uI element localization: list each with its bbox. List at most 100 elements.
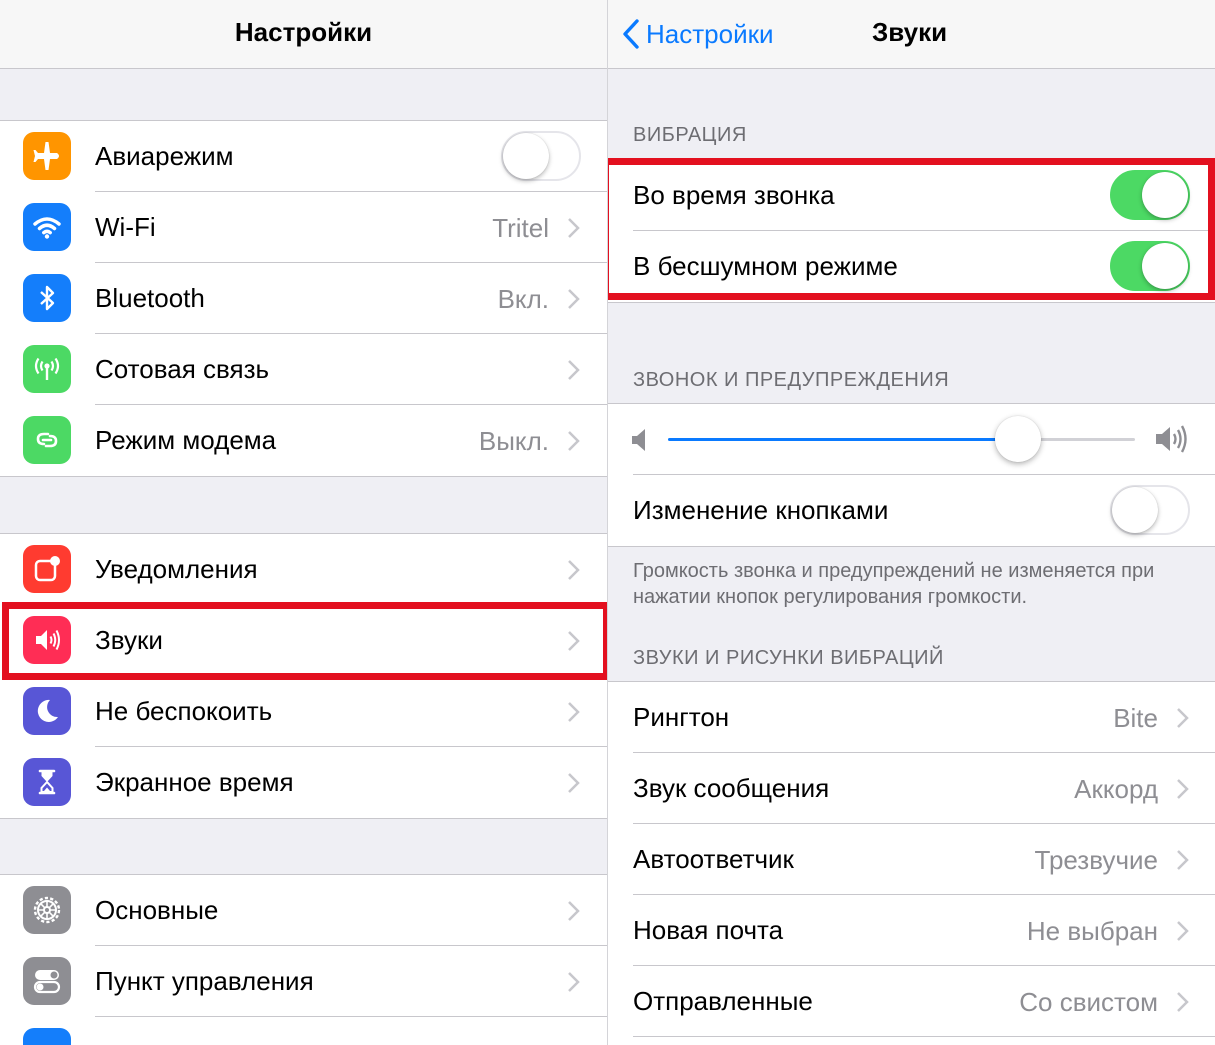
row-label: Рингтон <box>633 702 730 732</box>
control-center-icon <box>23 957 71 1005</box>
row-label: Отправленные <box>633 986 813 1016</box>
settings-panel: Настройки Авиарежим Wi-Fi Tritel Bluetoo… <box>0 0 607 1045</box>
row-label: Экранное время <box>95 767 294 797</box>
ringtone-value: Bite <box>1113 703 1158 733</box>
chevron-right-icon <box>1177 779 1189 799</box>
bluetooth-icon <box>23 274 71 322</box>
chevron-right-icon <box>568 972 580 992</box>
settings-row-notifications[interactable]: Уведомления <box>0 534 607 605</box>
speaker-icon <box>23 616 71 664</box>
chevron-left-icon <box>623 19 639 49</box>
settings-row-wifi[interactable]: Wi-Fi Tritel <box>0 192 607 263</box>
chevron-right-icon <box>1177 850 1189 870</box>
row-label: Авиарежим <box>95 141 234 171</box>
row-label: Bluetooth <box>95 283 205 313</box>
hotspot-icon <box>23 416 71 464</box>
chevron-right-icon <box>568 289 580 309</box>
settings-row-general[interactable]: Основные <box>0 875 607 946</box>
voicemail-value: Трезвучие <box>1034 845 1158 875</box>
new-mail-row[interactable]: Новая почта Не выбран <box>608 895 1215 966</box>
volume-high-icon <box>1156 425 1187 453</box>
row-label: Пункт управления <box>95 966 314 996</box>
settings-row-sounds[interactable]: Звуки <box>0 605 607 676</box>
voicemail-row[interactable]: Автоответчик Трезвучие <box>608 824 1215 895</box>
settings-group-connectivity: Авиарежим Wi-Fi Tritel Bluetooth Вкл. Со… <box>0 120 607 477</box>
section-header-vibration: ВИБРАЦИЯ <box>633 124 747 146</box>
chevron-right-icon <box>1177 992 1189 1012</box>
row-label: Сотовая связь <box>95 354 270 384</box>
chevron-right-icon <box>568 431 580 451</box>
text-tone-value: Аккорд <box>1074 774 1158 804</box>
row-label: В бесшумном режиме <box>633 251 898 281</box>
row-label: Автоответчик <box>633 844 794 874</box>
chevron-right-icon <box>568 360 580 380</box>
settings-row-screen-time[interactable]: Экранное время <box>0 747 607 818</box>
vibrate-on-silent-toggle[interactable] <box>1110 241 1190 291</box>
settings-row-hotspot[interactable]: Режим модема Выкл. <box>0 405 607 476</box>
chevron-right-icon <box>568 901 580 921</box>
volume-slider-row <box>608 404 1215 475</box>
change-with-buttons-toggle[interactable] <box>1110 485 1190 535</box>
bluetooth-status-value: Вкл. <box>497 284 549 314</box>
cellular-icon <box>23 345 71 393</box>
chevron-right-icon <box>568 773 580 793</box>
page-title: Настройки <box>234 17 373 47</box>
row-label: Основные <box>95 895 219 925</box>
settings-row-bluetooth[interactable]: Bluetooth Вкл. <box>0 263 607 334</box>
wifi-network-value: Tritel <box>492 213 549 243</box>
row-label: Wi-Fi <box>95 212 156 242</box>
chevron-right-icon <box>568 560 580 580</box>
row-label: Режим модема <box>95 425 277 455</box>
back-button[interactable]: Настройки <box>622 12 774 56</box>
section-header-patterns: ЗВУКИ И РИСУНКИ ВИБРАЦИЙ <box>633 647 944 669</box>
row-label: Во время звонка <box>633 180 835 210</box>
nav-bar: Настройки Звуки <box>608 0 1215 69</box>
chevron-right-icon <box>1177 921 1189 941</box>
hotspot-status-value: Выкл. <box>478 426 549 456</box>
sound-patterns-group: Рингтон Bite Звук сообщения Аккорд Автоо… <box>608 681 1215 1045</box>
volume-slider-knob[interactable] <box>995 416 1042 462</box>
page-title: Звуки <box>872 17 948 47</box>
row-label: Не беспокоить <box>95 696 273 726</box>
ringer-footer-text: Громкость звонка и предупреждений не изм… <box>633 560 1155 608</box>
row-label: Звуки <box>95 625 163 655</box>
section-header-ringer: ЗВОНОК И ПРЕДУПРЕЖДЕНИЯ <box>633 369 950 391</box>
settings-group-notifications: Уведомления Звуки Не беспокоить Экранное <box>0 533 607 819</box>
row-label: Звук сообщения <box>633 773 830 803</box>
row-label: Новая почта <box>633 915 784 945</box>
change-with-buttons-row: Изменение кнопками <box>608 475 1215 546</box>
chevron-right-icon <box>1177 708 1189 728</box>
wifi-icon <box>23 203 71 251</box>
vibrate-on-silent-row: В бесшумном режиме <box>608 231 1215 302</box>
chevron-right-icon <box>568 631 580 651</box>
back-label: Настройки <box>646 18 774 49</box>
settings-row-cellular[interactable]: Сотовая связь <box>0 334 607 405</box>
settings-group-general: Основные Пункт управления <box>0 874 607 1045</box>
chevron-right-icon <box>568 702 580 722</box>
notifications-icon <box>23 545 71 593</box>
settings-row-display[interactable] <box>0 1017 607 1045</box>
chevron-right-icon <box>568 218 580 238</box>
sent-mail-row[interactable]: Отправленные Со свистом <box>608 966 1215 1037</box>
gear-icon <box>23 886 71 934</box>
display-icon <box>23 1028 71 1045</box>
ringtone-row[interactable]: Рингтон Bite <box>608 682 1215 753</box>
settings-row-control-center[interactable]: Пункт управления <box>0 946 607 1017</box>
volume-low-icon <box>632 429 645 451</box>
ringer-group: Изменение кнопками <box>608 403 1215 547</box>
sent-mail-value: Со свистом <box>1019 987 1158 1017</box>
airplane-icon <box>23 132 71 180</box>
new-mail-value: Не выбран <box>1026 916 1158 946</box>
airplane-mode-toggle[interactable] <box>501 131 581 181</box>
row-label: Изменение кнопками <box>633 495 889 525</box>
sounds-panel: Настройки Звуки ВИБРАЦИЯ Во время звонка… <box>607 0 1215 1045</box>
hourglass-icon <box>23 758 71 806</box>
settings-row-do-not-disturb[interactable]: Не беспокоить <box>0 676 607 747</box>
settings-row-airplane[interactable]: Авиарежим <box>0 121 607 192</box>
vibration-group: Во время звонка В бесшумном режиме <box>608 159 1215 303</box>
nav-bar: Настройки <box>0 0 607 69</box>
row-label: Уведомления <box>95 554 258 584</box>
text-tone-row[interactable]: Звук сообщения Аккорд <box>608 753 1215 824</box>
moon-icon <box>23 687 71 735</box>
vibrate-on-ring-toggle[interactable] <box>1110 170 1190 220</box>
